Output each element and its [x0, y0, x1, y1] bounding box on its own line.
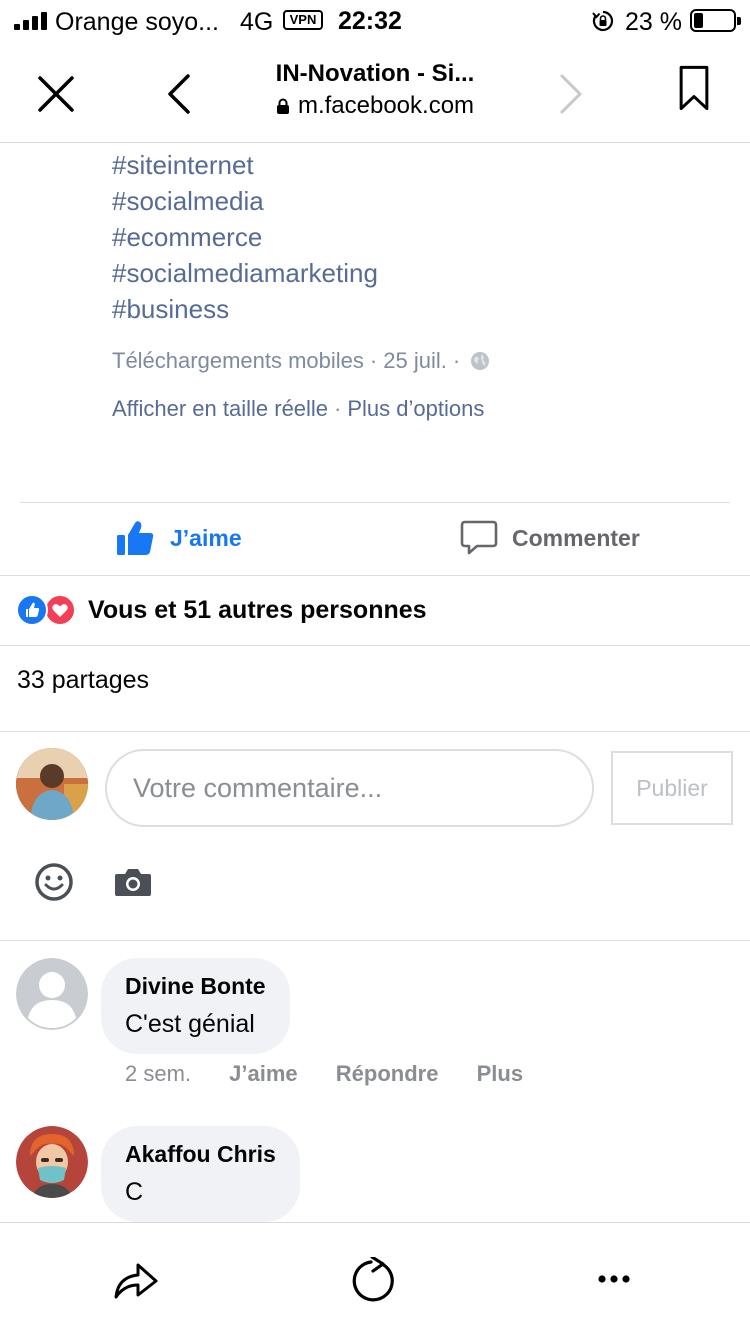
avatar[interactable] — [16, 958, 88, 1030]
browser-toolbar — [0, 1222, 750, 1334]
status-bar: Orange soyo... 4G VPN 22:32 23 % — [0, 0, 750, 42]
hashtag-link[interactable]: #socialmediamarketing — [112, 255, 378, 291]
post-options: Afficher en taille réelle · Plus d’options — [112, 396, 484, 422]
hashtag-link[interactable]: #socialmedia — [112, 183, 378, 219]
comment-icon — [460, 520, 498, 555]
network-type: 4G — [240, 8, 274, 36]
hashtag-link[interactable]: #business — [112, 291, 378, 327]
browser-header: IN-Novation - Si... m.facebook.com — [0, 42, 750, 143]
orientation-lock-icon — [592, 10, 614, 32]
camera-icon[interactable] — [114, 866, 152, 898]
hashtag-link[interactable]: #ecommerce — [112, 219, 378, 255]
separator: · — [334, 396, 342, 421]
battery-percentage: 23 % — [625, 8, 682, 36]
close-icon[interactable] — [32, 70, 80, 118]
publish-button[interactable]: Publier — [611, 751, 733, 825]
reload-icon[interactable] — [352, 1257, 398, 1303]
separator: · — [452, 348, 461, 373]
comment-button[interactable]: Commenter — [460, 518, 640, 558]
post-meta: Téléchargements mobiles · 25 juil. · — [112, 348, 490, 374]
like-label: J’aime — [170, 524, 242, 551]
album-link[interactable]: Téléchargements mobiles — [112, 348, 364, 373]
thumbs-up-icon — [117, 521, 154, 555]
more-options-link[interactable]: Plus d’options — [347, 396, 484, 421]
vpn-badge: VPN — [283, 10, 323, 30]
like-reaction-icon — [16, 594, 48, 626]
post-date[interactable]: 25 juil. — [383, 348, 447, 373]
comment-author[interactable]: Akaffou Chris — [125, 1140, 276, 1168]
avatar[interactable] — [16, 1126, 88, 1198]
post-hashtags: #siteinternet #socialmedia #ecommerce #s… — [112, 147, 378, 327]
separator: · — [369, 348, 378, 373]
divider — [0, 645, 750, 646]
comment-bubble: Divine Bonte C'est génial — [101, 958, 290, 1054]
view-full-size-link[interactable]: Afficher en taille réelle — [112, 396, 328, 421]
reactions-text: Vous et 51 autres personnes — [88, 595, 427, 624]
signal-strength-icon — [14, 12, 48, 30]
comment-label: Commenter — [512, 524, 640, 551]
comment-reply-button[interactable]: Répondre — [336, 1061, 439, 1086]
bookmark-icon[interactable] — [670, 64, 718, 112]
carrier-name: Orange soyo... — [55, 8, 219, 36]
back-arrow-icon[interactable] — [156, 70, 204, 118]
url-text: m.facebook.com — [297, 92, 475, 119]
reactions-summary[interactable]: Vous et 51 autres personnes — [16, 592, 427, 628]
divider — [0, 731, 750, 732]
comment-like-button[interactable]: J’aime — [229, 1061, 298, 1086]
globe-icon — [471, 352, 490, 370]
forward-arrow-icon[interactable] — [546, 70, 594, 118]
comment-actions: 2 sem. J’aime Répondre Plus — [125, 1061, 555, 1087]
page-url[interactable]: m.facebook.com — [200, 92, 550, 120]
divider — [20, 502, 730, 503]
like-button[interactable]: J’aime — [116, 518, 242, 558]
more-options-icon[interactable] — [594, 1267, 634, 1291]
shares-count[interactable]: 33 partages — [17, 666, 149, 695]
comment-more-button[interactable]: Plus — [477, 1061, 523, 1086]
emoji-icon[interactable] — [34, 862, 74, 902]
comment-text: C — [125, 1178, 144, 1206]
page-title: IN-Novation - Si... — [275, 60, 475, 87]
comment-bubble: Akaffou Chris C — [101, 1126, 300, 1222]
love-reaction-icon — [44, 594, 76, 626]
divider — [0, 575, 750, 576]
share-icon[interactable] — [112, 1257, 160, 1301]
comment-time: 2 sem. — [125, 1061, 192, 1086]
divider — [0, 940, 750, 941]
comment-author[interactable]: Divine Bonte — [125, 972, 266, 1000]
hashtag-link[interactable]: #siteinternet — [112, 147, 378, 183]
comment-text: C'est génial — [125, 1010, 255, 1038]
avatar — [16, 748, 88, 820]
battery-icon — [690, 9, 741, 32]
comment-input[interactable] — [105, 749, 594, 827]
status-time: 22:32 — [338, 7, 402, 35]
lock-icon — [276, 98, 289, 114]
